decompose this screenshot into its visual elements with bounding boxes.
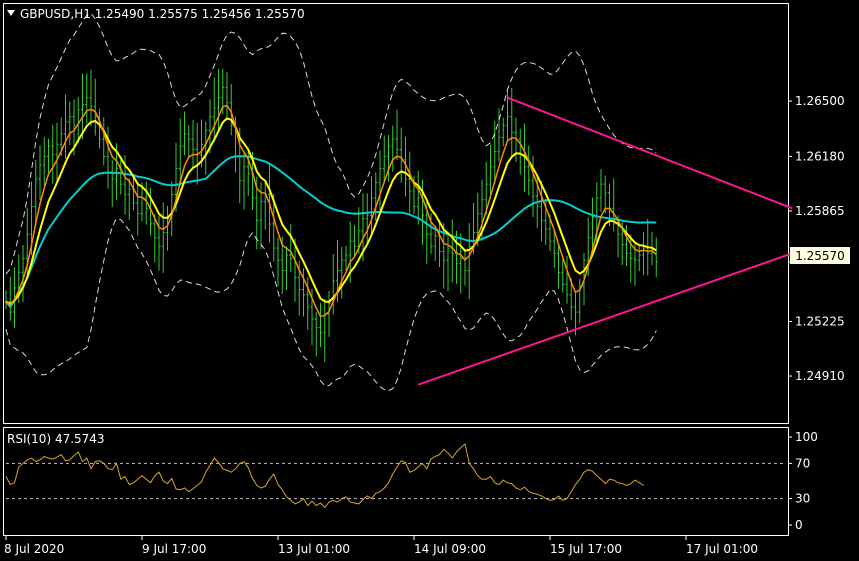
price-axis-label: 1.25865 [795, 204, 845, 218]
overlay-layer [5, 12, 793, 392]
current-price-label: 1.25570 [795, 249, 845, 263]
time-axis-label: 13 Jul 01:00 [278, 542, 350, 556]
triangle-lower-trendline [417, 252, 793, 386]
chart-symbol-header: GBPUSD,H1 1.25490 1.25575 1.25456 1.2557… [20, 7, 305, 21]
rsi-axis-label: 100 [795, 430, 818, 444]
price-series-layer [4, 68, 658, 363]
rsi-series-layer [5, 443, 786, 509]
price-axis-label: 1.26180 [795, 149, 845, 163]
price-axis-label: 1.26500 [795, 94, 845, 108]
time-axis-label: 17 Jul 01:00 [686, 542, 758, 556]
rsi-title: RSI(10) 47.5743 [7, 432, 105, 446]
triangle-upper-trendline [507, 96, 793, 210]
triangle-down-icon[interactable] [7, 10, 15, 16]
current-price-tag: 1.25570 [790, 247, 850, 264]
rsi-axis-label: 70 [795, 456, 810, 470]
trading-chart: 1.26500 1.26180 1.25865 1.25225 1.24910 8 Jul… [3, 3, 850, 556]
rsi-line [5, 443, 644, 509]
price-axis-label: 1.25225 [795, 315, 845, 329]
rsi-axis-label: 0 [795, 518, 803, 532]
time-axis-label: 15 Jul 17:00 [550, 542, 622, 556]
rsi-axis-label: 30 [795, 492, 810, 506]
time-axis-label: 8 Jul 2020 [4, 542, 64, 556]
time-axis-label: 9 Jul 17:00 [142, 542, 206, 556]
rsi-panel-frame [3, 427, 789, 536]
time-axis-label: 14 Jul 09:00 [414, 542, 486, 556]
price-axis-label: 1.24910 [795, 369, 845, 383]
axis-layer: 1.26500 1.26180 1.25865 1.25225 1.24910 8 Jul… [4, 94, 845, 556]
